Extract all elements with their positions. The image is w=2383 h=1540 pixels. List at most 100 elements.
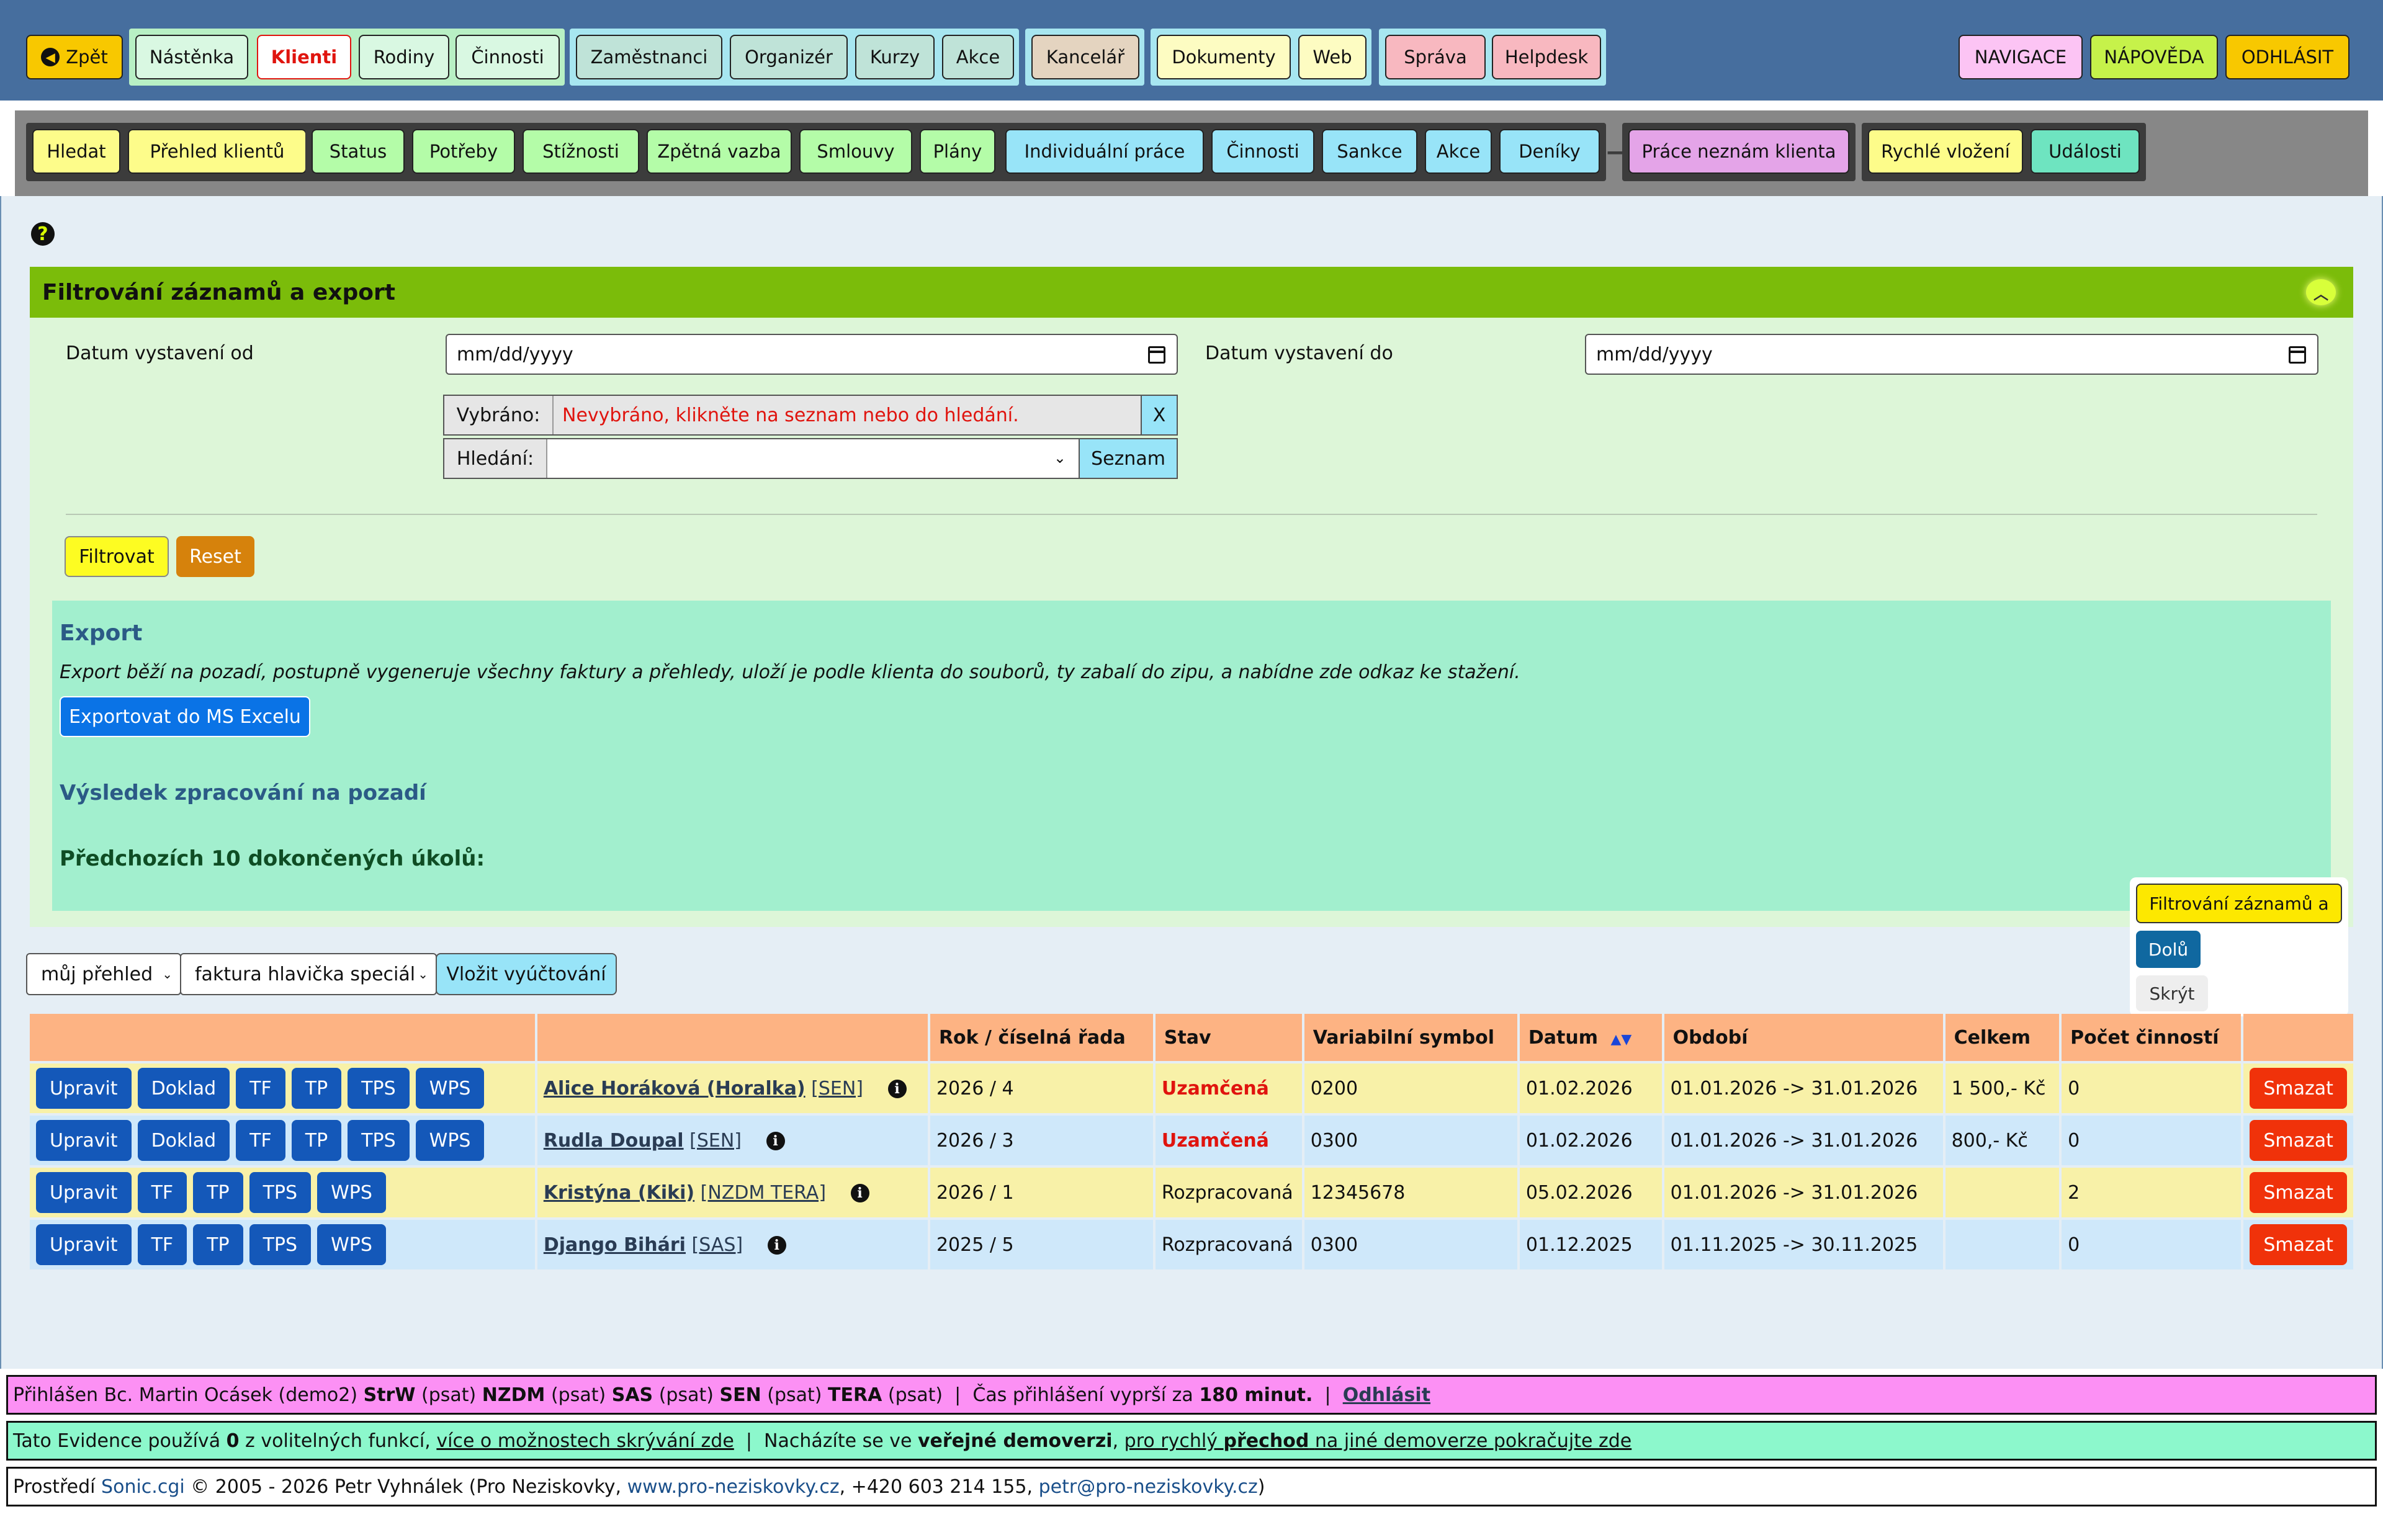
- question-icon[interactable]: ?: [31, 222, 55, 246]
- calendar-icon[interactable]: [2289, 346, 2306, 364]
- nav-courses[interactable]: Kurzy: [855, 35, 935, 79]
- subnav-search[interactable]: Hledat: [32, 129, 120, 174]
- nav-office[interactable]: Kancelář: [1031, 35, 1139, 79]
- clear-selection-button[interactable]: X: [1141, 396, 1177, 434]
- header-date[interactable]: Datum ▲▼: [1519, 1014, 1662, 1061]
- nav-activities[interactable]: Činnosti: [456, 35, 560, 79]
- floating-filter-link[interactable]: Filtrování záznamů a: [2136, 884, 2342, 923]
- template-select[interactable]: faktura hlavička speciál ⌄: [180, 953, 437, 995]
- nav-dashboard[interactable]: Nástěnka: [135, 35, 248, 79]
- subnav-feedback[interactable]: Zpětná vazba: [647, 129, 792, 174]
- calendar-icon[interactable]: [1148, 346, 1165, 364]
- hiding-info-link[interactable]: více o možnostech skrývání zde: [436, 1430, 734, 1452]
- insert-billing-button[interactable]: Vložit vyúčtování: [436, 953, 617, 995]
- nav-web[interactable]: Web: [1298, 35, 1367, 79]
- receipt-button[interactable]: Doklad: [137, 1120, 230, 1161]
- info-icon[interactable]: i: [766, 1132, 785, 1150]
- tp-button[interactable]: TP: [193, 1172, 243, 1213]
- edit-button[interactable]: Upravit: [36, 1172, 132, 1213]
- wps-button[interactable]: WPS: [317, 1172, 386, 1213]
- list-button[interactable]: Seznam: [1079, 439, 1177, 478]
- tps-button[interactable]: TPS: [249, 1224, 312, 1265]
- edit-button[interactable]: Upravit: [36, 1120, 132, 1161]
- wps-button[interactable]: WPS: [415, 1068, 485, 1109]
- client-link[interactable]: Kristýna (Kiki): [544, 1182, 694, 1204]
- date-to-input[interactable]: mm/dd/yyyy: [1585, 334, 2318, 375]
- client-tag[interactable]: [SAS]: [692, 1234, 743, 1256]
- client-tag[interactable]: [NZDM TERA]: [701, 1182, 826, 1204]
- header-activity-count[interactable]: Počet činností: [2062, 1014, 2242, 1061]
- subnav-complaints[interactable]: Stížnosti: [523, 129, 639, 174]
- nav-events[interactable]: Akce: [942, 35, 1014, 79]
- tps-button[interactable]: TPS: [249, 1172, 312, 1213]
- delete-button[interactable]: Smazat: [2250, 1172, 2347, 1213]
- delete-button[interactable]: Smazat: [2250, 1068, 2347, 1109]
- header-year-series[interactable]: Rok / číselná řada: [930, 1014, 1153, 1061]
- nav-helpdesk[interactable]: Helpdesk: [1492, 35, 1601, 79]
- subnav-activities[interactable]: Činnosti: [1211, 129, 1314, 174]
- delete-button[interactable]: Smazat: [2250, 1120, 2347, 1161]
- logout-button[interactable]: ODHLÁSIT: [2225, 35, 2349, 79]
- edit-button[interactable]: Upravit: [36, 1224, 132, 1265]
- subnav-plans[interactable]: Plány: [920, 129, 995, 174]
- info-icon[interactable]: i: [767, 1236, 786, 1255]
- nav-families[interactable]: Rodiny: [359, 35, 449, 79]
- export-excel-button[interactable]: Exportovat do MS Excelu: [60, 696, 310, 737]
- subnav-sanctions[interactable]: Sankce: [1322, 129, 1417, 174]
- tps-button[interactable]: TPS: [348, 1120, 410, 1161]
- header-variable-symbol[interactable]: Variabilní symbol: [1304, 1014, 1517, 1061]
- nav-documents[interactable]: Dokumenty: [1157, 35, 1291, 79]
- footer-logout-link[interactable]: Odhlásit: [1343, 1384, 1430, 1406]
- back-button[interactable]: ◀ Zpět: [26, 35, 123, 79]
- tf-button[interactable]: TF: [137, 1224, 187, 1265]
- nav-organizer[interactable]: Organizér: [730, 35, 848, 79]
- client-link[interactable]: Django Bihári: [544, 1234, 686, 1256]
- info-icon[interactable]: i: [850, 1184, 869, 1202]
- tf-button[interactable]: TF: [236, 1120, 285, 1161]
- sort-arrows-icon[interactable]: ▲▼: [1610, 1032, 1631, 1047]
- info-icon[interactable]: i: [887, 1080, 907, 1098]
- header-total[interactable]: Celkem: [1945, 1014, 2060, 1061]
- subnav-needs[interactable]: Potřeby: [412, 129, 515, 174]
- tf-button[interactable]: TF: [236, 1068, 285, 1109]
- reset-button[interactable]: Reset: [176, 536, 254, 577]
- subnav-contracts[interactable]: Smlouvy: [799, 129, 912, 174]
- email-link[interactable]: petr@pro-neziskovky.cz: [1039, 1476, 1258, 1498]
- client-link[interactable]: Rudla Doupal: [544, 1130, 684, 1152]
- floating-hide-button[interactable]: Skrýt: [2136, 975, 2208, 1011]
- view-select[interactable]: můj přehled ⌄: [26, 953, 181, 995]
- chevron-up-icon[interactable]: ︿: [2306, 279, 2336, 305]
- nav-employees[interactable]: Zaměstnanci: [576, 35, 722, 79]
- tf-button[interactable]: TF: [137, 1172, 187, 1213]
- help-button[interactable]: NÁPOVĚDA: [2090, 35, 2218, 79]
- tp-button[interactable]: TP: [193, 1224, 243, 1265]
- client-tag[interactable]: [SEN]: [811, 1078, 863, 1099]
- client-link[interactable]: Alice Horáková (Horalka): [544, 1078, 806, 1099]
- chevron-down-icon[interactable]: ⌄: [1054, 449, 1066, 467]
- edit-button[interactable]: Upravit: [36, 1068, 132, 1109]
- subnav-events-log[interactable]: Události: [2031, 129, 2140, 174]
- subnav-events[interactable]: Akce: [1425, 129, 1492, 174]
- floating-down-button[interactable]: Dolů: [2136, 931, 2201, 968]
- sonic-link[interactable]: Sonic.cgi: [101, 1476, 185, 1498]
- wps-button[interactable]: WPS: [317, 1224, 386, 1265]
- filter-panel-header[interactable]: Filtrování záznamů a export ︿: [30, 267, 2353, 318]
- website-link[interactable]: www.pro-neziskovky.cz: [627, 1476, 840, 1498]
- subnav-individual-work[interactable]: Individuální práce: [1005, 129, 1204, 174]
- search-combobox[interactable]: ⌄: [547, 439, 1079, 478]
- nav-admin[interactable]: Správa: [1385, 35, 1486, 79]
- wps-button[interactable]: WPS: [415, 1120, 485, 1161]
- tps-button[interactable]: TPS: [348, 1068, 410, 1109]
- filter-button[interactable]: Filtrovat: [65, 536, 169, 577]
- subnav-journals[interactable]: Deníky: [1499, 129, 1600, 174]
- client-tag[interactable]: [SEN]: [689, 1130, 742, 1152]
- subnav-clients-overview[interactable]: Přehled klientů: [128, 129, 307, 174]
- date-from-input[interactable]: mm/dd/yyyy: [446, 334, 1178, 375]
- header-period[interactable]: Období: [1664, 1014, 1943, 1061]
- tp-button[interactable]: TP: [291, 1068, 342, 1109]
- navigation-button[interactable]: NAVIGACE: [1959, 35, 2083, 79]
- delete-button[interactable]: Smazat: [2250, 1224, 2347, 1265]
- subnav-status[interactable]: Status: [312, 129, 405, 174]
- header-state[interactable]: Stav: [1155, 1014, 1302, 1061]
- subnav-quick-insert[interactable]: Rychlé vložení: [1868, 129, 2023, 174]
